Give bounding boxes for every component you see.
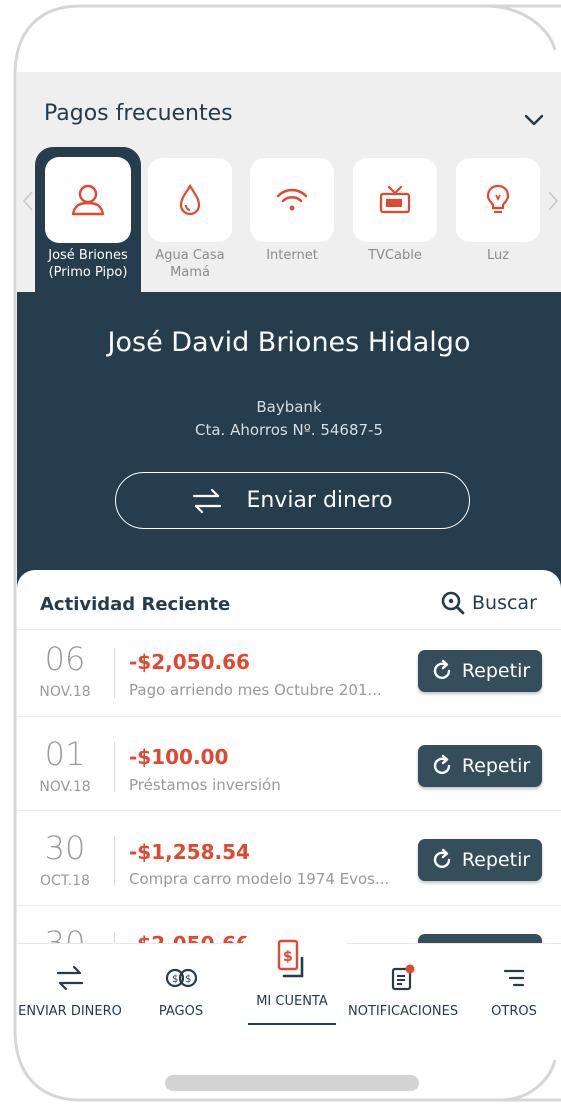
app-screen: Pagos frecuentes José Briones (Primo Pip… xyxy=(0,0,561,1105)
refresh-icon xyxy=(433,848,451,869)
row-divider xyxy=(114,742,115,792)
agua-label-line2: Mamá xyxy=(170,265,210,280)
frequent-item-internet-label: Internet xyxy=(266,248,318,263)
nav-item-enviar-dinero[interactable]: ENVIAR DINERO xyxy=(15,958,125,1019)
repeat-label: Repetir xyxy=(461,660,531,682)
repeat-button[interactable]: Repetir xyxy=(418,839,542,881)
account-number: Cta. Ahorros Nº. 54687-5 xyxy=(194,421,384,439)
frequent-item-tvcable-label: TVCable xyxy=(368,248,422,263)
refresh-icon xyxy=(433,659,451,680)
nav-item-otros[interactable]: OTROS xyxy=(459,958,561,1019)
account-holder-name: José David Briones Hidalgo xyxy=(107,327,471,358)
tv-icon xyxy=(379,185,411,214)
selected-label-line2: (Primo Pipo) xyxy=(48,265,128,280)
activity-day: 01 xyxy=(44,735,86,773)
menu-icon xyxy=(459,958,561,998)
send-money-button[interactable]: Enviar dinero xyxy=(115,472,470,529)
chevron-right-icon xyxy=(548,191,559,211)
frequent-item-luz[interactable] xyxy=(456,158,540,242)
svg-text:$: $ xyxy=(283,949,293,965)
carousel-next-button[interactable] xyxy=(545,186,561,216)
search-button[interactable]: Buscar xyxy=(440,590,537,616)
refresh-icon xyxy=(433,754,451,775)
svg-text:$: $ xyxy=(172,974,178,985)
activity-month: NOV.18 xyxy=(39,779,91,795)
activity-day: 06 xyxy=(44,640,86,678)
nav-label: OTROS xyxy=(491,1004,537,1019)
selected-label-line1: José Briones xyxy=(48,248,128,263)
nav-label: PAGOS xyxy=(158,1004,204,1019)
frequent-item-internet[interactable] xyxy=(250,158,334,242)
nav-label: ENVIAR DINERO xyxy=(18,1004,122,1019)
frequent-item-agua-label: Agua Casa Mamá xyxy=(140,247,240,281)
water-drop-icon xyxy=(179,183,201,216)
expand-frequent-button[interactable] xyxy=(520,106,548,134)
nav-item-mi-cuenta[interactable]: $ MI CUENTA xyxy=(237,938,347,1009)
activity-description: Préstamos inversión xyxy=(129,776,281,794)
frequent-item-tvcable[interactable] xyxy=(353,158,437,242)
nav-item-pagos[interactable]: $ $ PAGOS xyxy=(126,958,236,1019)
activity-description: Compra carro modelo 1974 Evos... xyxy=(129,870,390,888)
coins-icon: $ $ xyxy=(126,958,236,998)
transfer-icon xyxy=(15,958,125,998)
frequent-item-selected-tile[interactable] xyxy=(45,157,131,243)
lightbulb-icon xyxy=(486,184,510,214)
transfer-icon xyxy=(193,488,222,513)
activity-month: OCT.18 xyxy=(40,873,90,889)
account-bank: Baybank xyxy=(256,398,322,416)
repeat-button[interactable]: Repetir xyxy=(418,650,542,692)
nav-active-indicator xyxy=(248,1023,336,1025)
repeat-label: Repetir xyxy=(461,755,531,777)
home-indicator[interactable] xyxy=(165,1075,419,1091)
activity-day: 30 xyxy=(44,829,86,867)
search-label: Buscar xyxy=(472,592,537,614)
activity-month: NOV.18 xyxy=(39,684,91,700)
notification-icon xyxy=(348,958,458,998)
activity-title: Actividad Reciente xyxy=(40,594,231,615)
activity-description: Pago arriendo mes Octubre 201... xyxy=(129,681,382,699)
activity-amount: -$2,050.66 xyxy=(129,650,250,674)
nav-label: MI CUENTA xyxy=(256,994,328,1009)
chevron-left-icon xyxy=(22,191,33,211)
repeat-button[interactable]: Repetir xyxy=(418,745,542,787)
chevron-down-icon xyxy=(524,114,544,126)
activity-amount: -$1,258.54 xyxy=(129,840,250,864)
svg-text:$: $ xyxy=(185,974,191,985)
wifi-icon xyxy=(276,188,308,211)
nav-label: NOTIFICACIONES xyxy=(348,1004,459,1019)
send-money-label: Enviar dinero xyxy=(246,488,393,513)
frequent-payments-title: Pagos frecuentes xyxy=(44,101,233,126)
activity-amount: -$100.00 xyxy=(129,745,229,769)
agua-label-line1: Agua Casa xyxy=(155,248,225,263)
search-icon xyxy=(441,591,465,615)
carousel-prev-button[interactable] xyxy=(20,186,36,216)
repeat-label: Repetir xyxy=(461,849,531,871)
nav-item-notificaciones[interactable]: NOTIFICACIONES xyxy=(348,958,458,1019)
phone-dollar-icon: $ xyxy=(237,938,347,984)
row-divider xyxy=(114,836,115,886)
row-divider xyxy=(114,648,115,698)
frequent-item-selected-label: José Briones (Primo Pipo) xyxy=(38,247,138,281)
frequent-item-agua[interactable] xyxy=(148,158,232,242)
frequent-item-luz-label: Luz xyxy=(486,248,510,263)
user-icon xyxy=(71,184,105,216)
